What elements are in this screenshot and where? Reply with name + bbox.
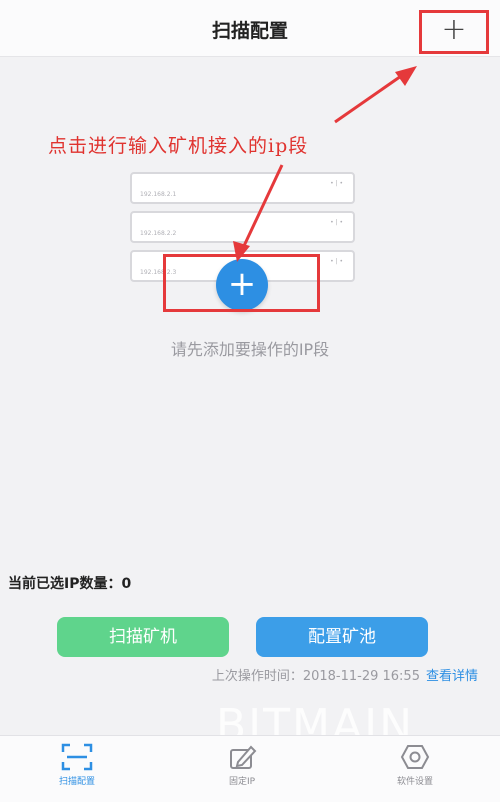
view-details-link[interactable]: 查看详情: [426, 669, 478, 684]
tab-fixed-ip[interactable]: 固定IP: [182, 736, 302, 802]
annotation-text: 点击进行输入矿机接入的ip段: [48, 135, 309, 157]
scan-icon: [61, 743, 93, 771]
card-dots: • | •: [330, 180, 343, 187]
ip-card-illustration: • | • 192.168.2.2: [130, 211, 355, 243]
card-dots: • | •: [330, 219, 343, 226]
card-ip: 192.168.2.1: [140, 191, 177, 198]
tab-label: 软件设置: [396, 777, 433, 787]
highlight-box: [163, 254, 320, 312]
empty-hint: 请先添加要操作的IP段: [170, 340, 330, 359]
tab-software-settings[interactable]: 软件设置: [355, 736, 475, 802]
add-ip-range-button[interactable]: +: [419, 10, 489, 54]
tab-label: 固定IP: [228, 777, 256, 787]
tab-label: 扫描配置: [58, 777, 95, 787]
scan-miners-button[interactable]: 扫描矿机: [57, 617, 229, 657]
edit-icon: [230, 745, 257, 769]
arrow-line-top: [334, 72, 405, 124]
last-operation-info: 上次操作时间：2018-11-29 16:55 查看详情: [212, 665, 478, 684]
card-ip: 192.168.2.2: [140, 230, 177, 237]
last-operation-time: 上次操作时间：2018-11-29 16:55: [211, 669, 420, 684]
card-dots: • | •: [330, 258, 343, 265]
arrow-head-top: [395, 66, 417, 86]
settings-icon: [400, 745, 430, 769]
header: 扫描配置 +: [0, 0, 500, 57]
tab-bar: 扫描配置 固定IP 软件设置: [0, 735, 500, 802]
configure-pool-button[interactable]: 配置矿池: [256, 617, 428, 657]
ip-card-illustration: • | • 192.168.2.1: [130, 172, 355, 204]
selected-ip-count: 当前已选IP数量：0: [8, 576, 132, 592]
tab-scan-config[interactable]: 扫描配置: [17, 736, 137, 802]
